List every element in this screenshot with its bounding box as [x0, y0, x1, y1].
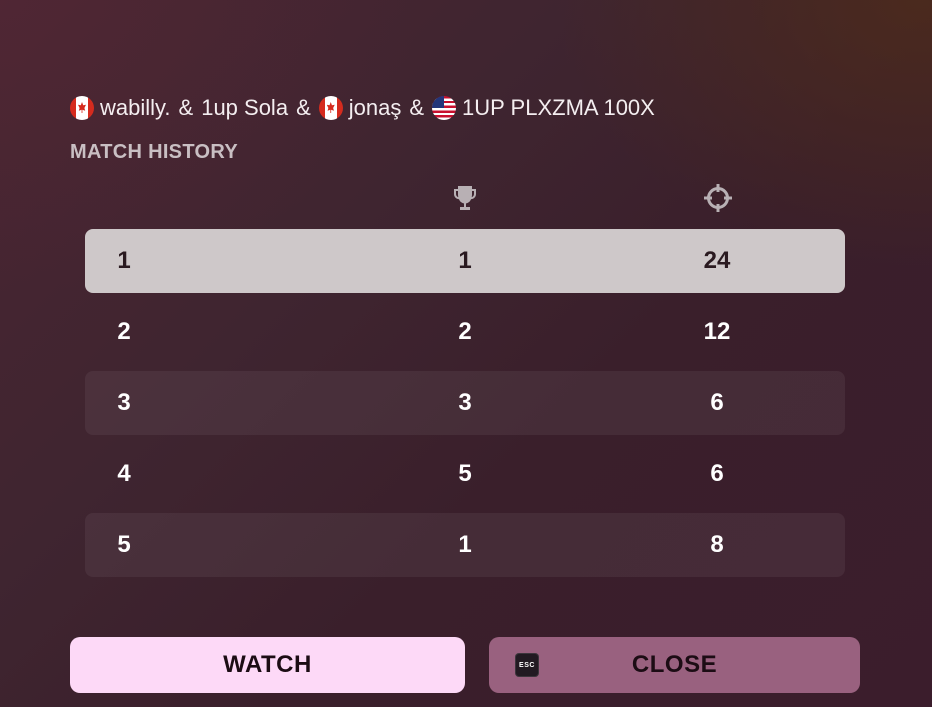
- eliminations-value: 24: [703, 247, 731, 274]
- separator: &: [409, 95, 425, 120]
- table-row[interactable]: 3 3 6: [85, 371, 845, 435]
- canada-flag-icon: [318, 96, 343, 120]
- match-number: 2: [117, 318, 131, 345]
- player-name: jonaş: [348, 95, 402, 120]
- match-number: 4: [117, 460, 131, 487]
- player-name: wabilly.: [100, 95, 171, 120]
- player-name: 1UP PLXZMA 100X: [462, 95, 655, 120]
- match-number: 5: [117, 531, 131, 558]
- table-row[interactable]: 2 2 12: [85, 300, 845, 364]
- table-row[interactable]: 5 1 8: [85, 513, 845, 577]
- placement-value: 5: [458, 460, 472, 487]
- placement-value: 1: [458, 247, 472, 274]
- eliminations-value: 12: [703, 318, 731, 345]
- watch-button[interactable]: WATCH: [70, 637, 465, 693]
- player-name: 1up Sola: [201, 95, 289, 120]
- crosshair-icon: [704, 184, 732, 212]
- match-number: 1: [117, 247, 131, 274]
- watch-button-label: WATCH: [223, 651, 312, 678]
- table-row[interactable]: 1 1 24: [85, 229, 845, 293]
- placement-value: 3: [458, 389, 472, 416]
- separator: &: [296, 95, 311, 120]
- eliminations-value: 6: [710, 389, 724, 416]
- canada-flag-icon: [70, 96, 94, 120]
- team-players: wabilly. & 1up Sola & jonaş & 1UP PLXZMA…: [70, 95, 655, 121]
- separator: &: [178, 95, 194, 120]
- eliminations-value: 6: [710, 460, 724, 487]
- placement-value: 2: [458, 318, 472, 345]
- close-button-label: CLOSE: [631, 651, 718, 678]
- usa-flag-icon: [432, 96, 457, 120]
- placement-value: 1: [458, 531, 472, 558]
- close-button[interactable]: ESC CLOSE: [489, 637, 860, 693]
- page-title: MATCH HISTORY: [70, 141, 238, 163]
- esc-key-icon: ESC: [515, 653, 539, 677]
- eliminations-value: 8: [710, 531, 724, 558]
- match-number: 3: [117, 389, 131, 416]
- table-row[interactable]: 4 5 6: [85, 442, 845, 506]
- trophy-icon: [454, 186, 476, 210]
